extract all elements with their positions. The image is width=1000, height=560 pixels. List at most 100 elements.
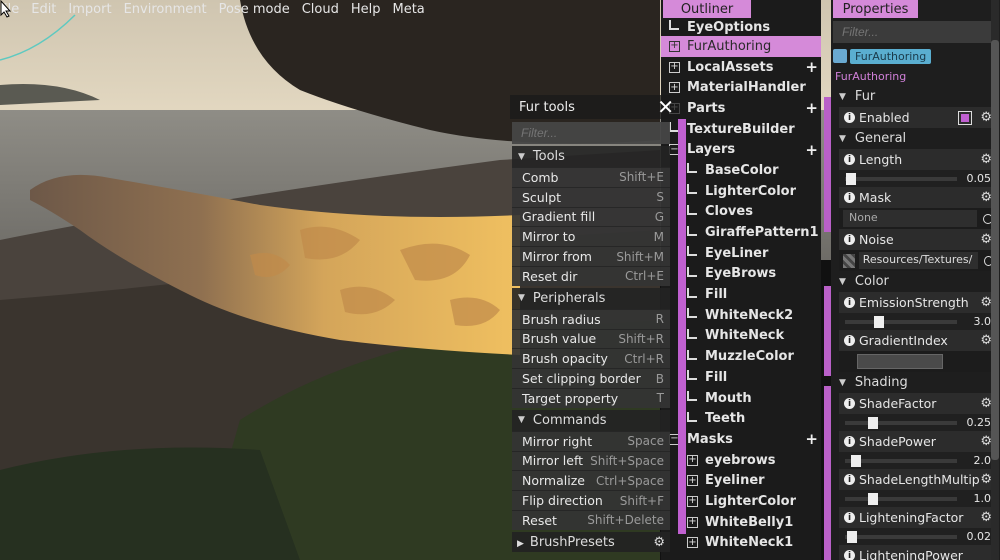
add-icon[interactable]: + — [805, 58, 818, 76]
info-icon[interactable]: i — [844, 512, 855, 523]
close-icon[interactable]: ✕ — [657, 97, 674, 117]
menu-edit[interactable]: Edit — [25, 2, 62, 17]
noise-field[interactable]: Resources/Textures/ — [858, 252, 979, 269]
tab-outliner[interactable]: Outliner — [663, 0, 751, 18]
add-icon[interactable]: + — [805, 430, 818, 448]
tool-item[interactable]: Reset dir Ctrl+E — [512, 265, 670, 286]
info-icon[interactable]: i — [844, 474, 855, 485]
tool-item[interactable]: Mirror right Space — [512, 430, 670, 451]
tool-item[interactable]: Mirror from Shift+M — [512, 246, 670, 266]
outliner-item[interactable]: + FurAuthoring — [661, 36, 821, 57]
expand-icon[interactable]: + — [687, 475, 698, 487]
menu-import[interactable]: Import — [62, 2, 117, 17]
menu-cloud[interactable]: Cloud — [296, 2, 345, 17]
add-icon[interactable]: + — [805, 141, 818, 159]
info-icon[interactable]: i — [844, 297, 855, 308]
mask-field[interactable]: None — [843, 210, 977, 227]
section-general[interactable]: ▼ General — [831, 128, 1000, 149]
slider-handle[interactable] — [846, 530, 857, 543]
fur-tools-panel: Fur tools ✕ ▼ToolsCombShift+ESculptSGrad… — [510, 95, 686, 560]
brush-presets-section[interactable]: ▶ BrushPresets ⚙ — [512, 532, 670, 552]
shadelength-value[interactable]: 1.0 — [957, 492, 992, 505]
menu-pose-mode[interactable]: Pose mode — [213, 2, 296, 17]
expand-icon[interactable]: + — [687, 516, 698, 528]
info-icon[interactable]: i — [844, 436, 855, 447]
menu-environment[interactable]: Environment — [118, 2, 213, 17]
component-tag-icon[interactable] — [833, 49, 847, 63]
expand-icon[interactable]: + — [687, 454, 698, 466]
section-commands[interactable]: ▼ Commands — [512, 409, 670, 431]
length-value[interactable]: 0.05 — [957, 172, 992, 185]
info-icon[interactable]: i — [844, 398, 855, 409]
info-icon[interactable]: i — [844, 154, 855, 165]
component-tag[interactable]: FurAuthoring — [850, 48, 932, 64]
info-icon[interactable]: i — [844, 550, 855, 560]
gear-icon[interactable]: ⚙ — [653, 535, 665, 550]
tool-item[interactable]: Target property T — [512, 387, 670, 408]
expand-icon[interactable]: + — [669, 40, 680, 52]
properties-scrollbar[interactable] — [991, 0, 999, 560]
property-mask-label: Mask — [859, 190, 892, 205]
tool-item[interactable]: Set clipping border B — [512, 368, 670, 388]
tab-properties[interactable]: Properties — [833, 0, 918, 18]
shadepower-value[interactable]: 2.0 — [957, 454, 992, 467]
emission-slider[interactable] — [845, 315, 957, 328]
tool-item[interactable]: Reset Shift+Delete — [512, 509, 670, 530]
outliner-item[interactable]: + MaterialHandler — [661, 77, 821, 98]
property-length: i Length ⚙ — [839, 149, 997, 170]
emission-value[interactable]: 3.0 — [957, 315, 992, 328]
enabled-checkbox[interactable] — [958, 110, 973, 125]
tool-item[interactable]: Flip direction Shift+F — [512, 490, 670, 510]
info-icon[interactable]: i — [844, 112, 855, 123]
section-shading[interactable]: ▼ Shading — [831, 372, 1000, 393]
slider-handle[interactable] — [868, 416, 878, 429]
info-icon[interactable]: i — [844, 335, 855, 346]
section-tools[interactable]: ▼ Tools — [512, 146, 670, 167]
expand-icon[interactable]: + — [687, 537, 698, 549]
fur-tools-filter-input[interactable] — [512, 122, 670, 144]
tool-item[interactable]: Comb Shift+E — [512, 167, 670, 187]
outliner-item[interactable]: EyeOptions — [661, 18, 821, 36]
tool-item[interactable]: Normalize Ctrl+Space — [512, 470, 670, 491]
tool-item[interactable]: Mirror left Shift+Space — [512, 450, 670, 471]
slider-handle[interactable] — [873, 315, 884, 328]
tool-item[interactable]: Sculpt S — [512, 186, 670, 207]
tool-item[interactable]: Mirror to M — [512, 226, 670, 247]
scrollbar-thumb[interactable] — [991, 40, 999, 460]
outliner-item[interactable]: + LocalAssets + — [661, 57, 821, 78]
info-icon[interactable]: i — [844, 234, 855, 245]
expand-icon[interactable]: + — [669, 61, 680, 73]
length-slider[interactable] — [845, 172, 957, 185]
tool-item[interactable]: Brush opacity Ctrl+R — [512, 348, 670, 369]
lightening-value[interactable]: 0.02 — [957, 530, 992, 543]
expand-icon[interactable]: + — [669, 82, 680, 94]
info-icon[interactable]: i — [844, 192, 855, 203]
expand-icon[interactable]: + — [687, 495, 698, 507]
tool-item[interactable]: Gradient fill G — [512, 206, 670, 227]
section-fur[interactable]: ▼ Fur — [831, 86, 1000, 107]
tool-item[interactable]: Brush value Shift+R — [512, 328, 670, 349]
noise-field-row: Resources/Textures/ — [839, 250, 997, 271]
shadepower-slider[interactable] — [845, 454, 957, 467]
menu-help[interactable]: Help — [345, 2, 387, 17]
outliner-item[interactable]: + WhiteNeck1 — [661, 533, 821, 554]
add-icon[interactable]: + — [805, 99, 818, 117]
shadelength-slider[interactable] — [845, 492, 957, 505]
shortcut-key: Shift+E — [619, 170, 664, 185]
menu-meta[interactable]: Meta — [386, 2, 430, 17]
slider-handle[interactable] — [868, 492, 878, 505]
section-peripherals[interactable]: ▼ Peripherals — [512, 287, 670, 309]
section-color[interactable]: ▼ Color — [831, 271, 1000, 292]
properties-filter-input[interactable] — [833, 21, 996, 43]
component-tag-row: FurAuthoring — [831, 45, 1000, 67]
outliner-item[interactable]: +Parts+ — [661, 98, 821, 119]
property-noise: i Noise ⚙ — [839, 229, 997, 250]
shadefactor-value[interactable]: 0.25 — [957, 416, 992, 429]
gradient-field[interactable] — [857, 354, 943, 369]
tool-item[interactable]: Brush radius R — [512, 308, 670, 329]
shadefactor-slider[interactable] — [845, 416, 957, 429]
slider-handle[interactable] — [845, 172, 856, 185]
slider-handle[interactable] — [851, 454, 862, 467]
tree-leaf-icon — [687, 391, 697, 402]
lightening-slider[interactable] — [845, 530, 957, 543]
